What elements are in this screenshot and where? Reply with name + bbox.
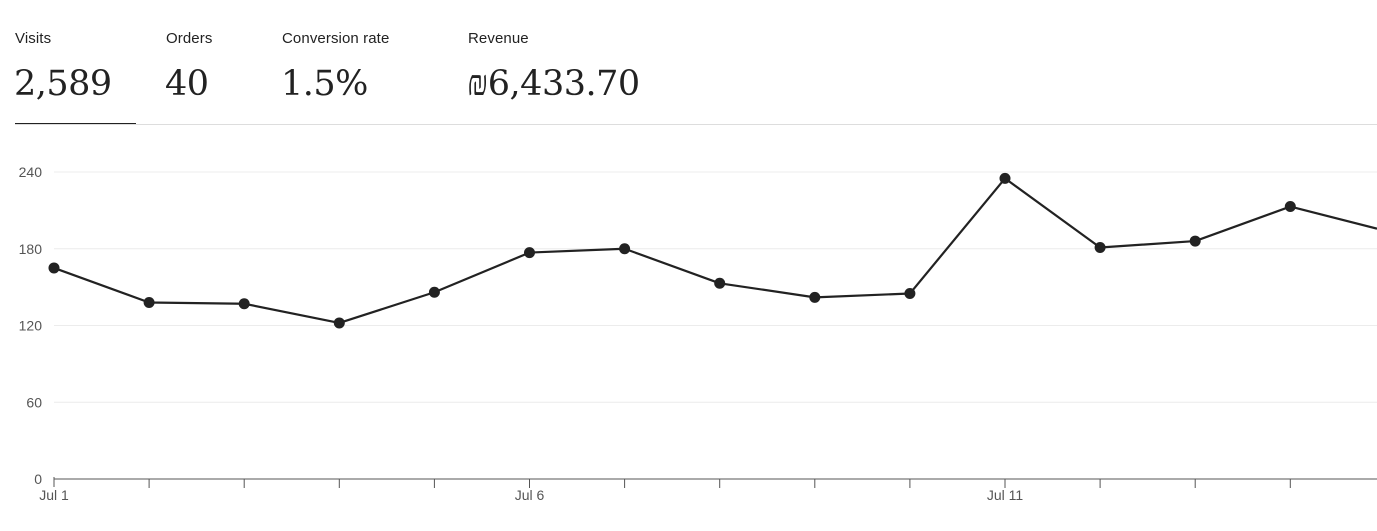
y-tick-label: 0 (34, 471, 42, 487)
stat-tab-revenue[interactable]: Revenue ₪6,433.70 (467, 0, 668, 125)
stat-label: Orders (166, 30, 213, 47)
stat-label: Conversion rate (282, 30, 390, 47)
stat-value: 1.5% (281, 64, 368, 104)
y-tick-label: 180 (19, 241, 43, 257)
y-tick-label: 60 (26, 394, 42, 410)
x-tick-label: Jul 1 (39, 487, 69, 503)
data-point (999, 172, 1011, 184)
data-point (524, 247, 535, 259)
stat-label: Revenue (468, 30, 529, 47)
data-point (619, 243, 631, 255)
stat-label: Visits (15, 30, 52, 47)
x-tick-label: Jul 11 (987, 487, 1024, 503)
x-tick-label: Jul 6 (515, 487, 545, 503)
data-point (904, 288, 916, 300)
data-point (1189, 235, 1201, 247)
y-tick-label: 120 (19, 318, 43, 334)
data-point (1094, 241, 1106, 253)
stat-tab-visits[interactable]: Visits 2,589 (14, 0, 136, 125)
data-point (809, 291, 821, 303)
stats-divider (15, 124, 1377, 125)
stats-bar: Visits 2,589 Orders 40 Conversion rate 1… (0, 0, 1377, 125)
data-point (48, 262, 60, 274)
data-point (143, 296, 155, 308)
stat-value: 2,589 (14, 64, 112, 104)
stat-value: ₪6,433.70 (467, 64, 640, 104)
data-point (333, 317, 345, 329)
data-point (1284, 201, 1296, 213)
stat-tab-conversion-rate[interactable]: Conversion rate 1.5% (281, 0, 442, 125)
visits-line-chart: 0 60 120 180 240 Jul 1 Jul 6 Jul 11 (19, 164, 1377, 503)
y-tick-label: 240 (19, 164, 43, 180)
series-line (53, 177, 1377, 325)
data-point (428, 286, 440, 298)
stat-value: 40 (165, 64, 209, 104)
data-point (238, 298, 250, 310)
data-point (714, 277, 726, 289)
stat-tab-orders[interactable]: Orders 40 (165, 0, 256, 125)
